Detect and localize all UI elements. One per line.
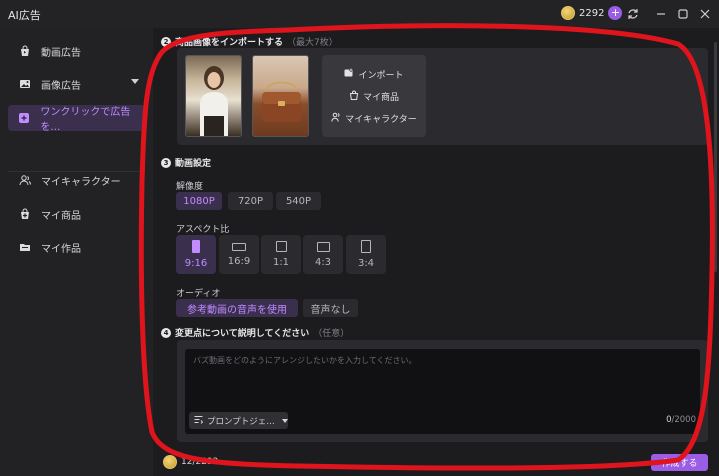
audio-label: オーディオ — [176, 289, 221, 299]
product-thumbnail-bag[interactable] — [252, 55, 309, 137]
sidebar-item-my-works[interactable]: マイ作品 — [8, 234, 145, 260]
maximize-button[interactable] — [673, 4, 693, 24]
refresh-icon[interactable] — [623, 4, 643, 24]
sidebar-item-video-ads[interactable]: 動画広告 — [8, 38, 145, 64]
product-thumbnail-model[interactable] — [185, 55, 242, 137]
aspect-label: 9:16 — [184, 258, 208, 269]
product-bag-icon — [349, 90, 359, 103]
import-section-title: 商品画像をインポートする （最大7枚） — [175, 35, 338, 48]
aspect-option-4-3[interactable]: 4:3 — [303, 235, 343, 274]
sidebar-item-label: マイ作品 — [41, 243, 81, 255]
import-image-icon — [344, 67, 354, 81]
resolution-option-720p[interactable]: 720P — [228, 192, 273, 210]
aspect-label: 3:4 — [357, 258, 375, 269]
prompt-generator-button[interactable]: プロンプトジェ… — [189, 412, 288, 429]
aspect-ratio-label: アスペクト比 — [176, 225, 230, 235]
coin-icon — [163, 455, 177, 469]
aspect-option-16-9[interactable]: 16:9 — [219, 235, 259, 274]
sidebar-item-label: マイ商品 — [41, 210, 81, 222]
resolution-label: 解像度 — [176, 182, 204, 192]
resolution-option-540p[interactable]: 540P — [276, 192, 321, 210]
person-icon — [331, 112, 341, 125]
coin-icon — [561, 6, 575, 20]
app-title: AI広告 — [8, 9, 41, 22]
step-number: 4 — [161, 328, 171, 338]
credit-count: 2292 — [579, 7, 605, 19]
import-label: インポート — [358, 70, 404, 81]
product-image-import-box: インポート マイ商品 マイキャラクター — [177, 48, 708, 145]
import-button[interactable]: インポート — [322, 66, 426, 82]
sidebar-item-label: マイキャラクター — [41, 176, 121, 188]
video-settings-title: 動画設定 — [175, 159, 212, 169]
step-number: 3 — [161, 158, 171, 168]
aspect-option-3-4[interactable]: 3:4 — [346, 235, 386, 274]
prompt-list-icon — [194, 415, 204, 427]
landscape-ratio-icon — [232, 242, 246, 251]
add-credits-button[interactable]: + — [608, 6, 623, 20]
my-products-button[interactable]: マイ商品 — [322, 88, 426, 104]
minimize-button[interactable] — [651, 4, 671, 24]
description-placeholder: バズ動画をどのようにアレンジしたいかを入力してください。 — [193, 356, 417, 365]
sidebar: 動画広告 画像広告 ワンクリックで広告を… マイキャラクター マイ商品 マイ作品 — [0, 28, 153, 476]
description-textarea[interactable]: バズ動画をどのようにアレンジしたいかを入力してください。 プロンプトジェ… 0/… — [185, 349, 700, 434]
resolution-option-1080p[interactable]: 1080P — [176, 192, 222, 210]
chevron-down-icon — [281, 418, 288, 423]
step-number: 2 — [161, 37, 171, 47]
image-icon — [18, 78, 31, 91]
chevron-down-icon — [131, 79, 139, 84]
bag-icon — [18, 45, 31, 58]
audio-option-none[interactable]: 音声なし — [303, 299, 358, 317]
main-panel: 2 商品画像をインポートする （最大7枚） インポート マイ商品 マイキャラクタ… — [153, 28, 719, 476]
aspect-label: 4:3 — [314, 256, 332, 268]
my-characters-label: マイキャラクター — [345, 114, 417, 125]
my-characters-button[interactable]: マイキャラクター — [322, 110, 426, 126]
magic-icon — [18, 112, 30, 125]
aspect-option-9-16[interactable]: 9:16 — [176, 235, 216, 274]
import-source-menu: インポート マイ商品 マイキャラクター — [322, 55, 426, 137]
footer-credit-text: 12/2292 — [181, 457, 219, 467]
sidebar-item-my-products[interactable]: マイ商品 — [8, 201, 145, 227]
my-products-label: マイ商品 — [362, 92, 399, 103]
prompt-button-label: プロンプトジェ… — [207, 416, 275, 427]
aspect-option-1-1[interactable]: 1:1 — [261, 235, 301, 274]
sidebar-item-image-ads[interactable]: 画像広告 — [8, 71, 145, 97]
product-bag-icon — [18, 208, 31, 221]
audio-option-use-reference[interactable]: 参考動画の音声を使用 — [176, 299, 298, 317]
section-hint: （最大7枚） — [287, 38, 338, 48]
title-bar: AI広告 2292 + — [0, 0, 719, 28]
sidebar-item-label: 画像広告 — [41, 80, 81, 92]
aspect-label: 16:9 — [227, 255, 251, 267]
sidebar-item-my-characters[interactable]: マイキャラクター — [8, 167, 145, 193]
landscape-ratio-icon — [316, 241, 330, 252]
sidebar-item-label: 動画広告 — [41, 47, 81, 59]
section-title-text: 変更点について説明してください — [175, 329, 310, 339]
description-section-title: 変更点について説明してください （任意） — [175, 326, 349, 339]
section-hint: （任意） — [313, 329, 350, 339]
section-title-text: 商品画像をインポートする — [175, 38, 284, 48]
square-ratio-icon — [275, 241, 287, 252]
sidebar-item-label: ワンクリックで広告を… — [40, 107, 131, 133]
create-button[interactable]: 作成する — [651, 454, 708, 471]
close-button[interactable] — [695, 4, 715, 24]
footer-credit-cost: 12/2292 — [163, 455, 218, 469]
credit-balance: 2292 + — [561, 6, 623, 20]
character-counter: 0/2000 — [666, 415, 696, 425]
portrait-ratio-icon — [361, 240, 371, 253]
folder-icon — [18, 241, 31, 254]
portrait-ratio-icon — [192, 240, 200, 253]
sidebar-item-one-click-ads[interactable]: ワンクリックで広告を… — [8, 105, 145, 133]
person-icon — [18, 174, 31, 187]
aspect-label: 1:1 — [272, 257, 290, 268]
scrollbar[interactable] — [714, 42, 717, 272]
character-count-max: /2000 — [671, 415, 697, 425]
description-box: バズ動画をどのようにアレンジしたいかを入力してください。 プロンプトジェ… 0/… — [177, 340, 708, 442]
